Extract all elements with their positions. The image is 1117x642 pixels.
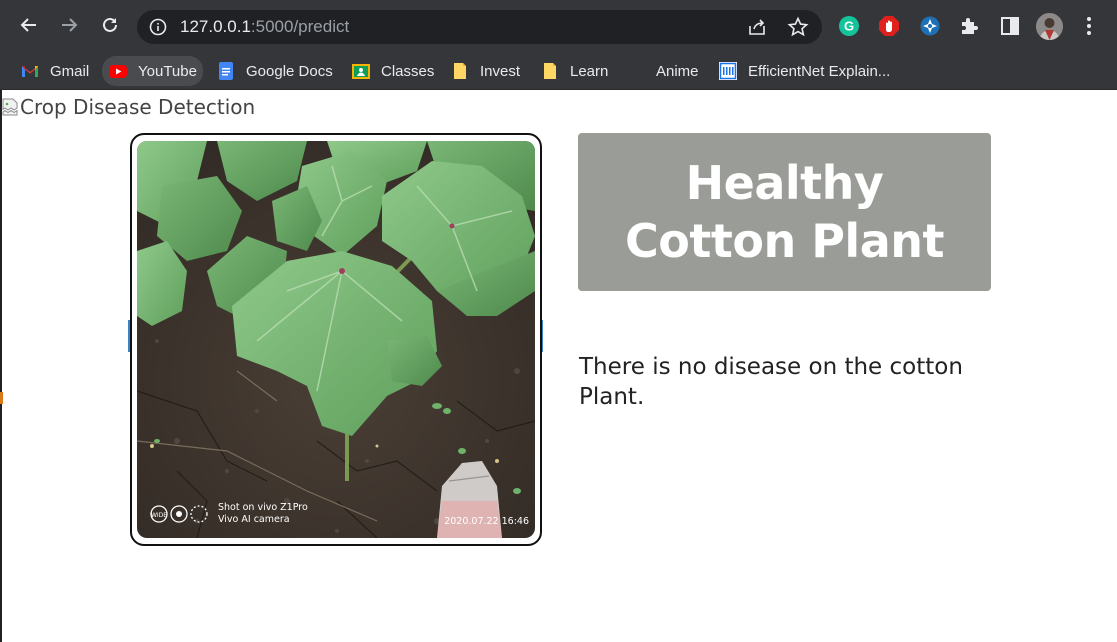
share-icon[interactable] <box>747 17 767 37</box>
profile-avatar[interactable] <box>1036 13 1063 40</box>
logo-alt-text: Crop Disease Detection <box>20 95 256 119</box>
gmail-icon <box>22 66 38 77</box>
forward-arrow-icon <box>62 18 78 32</box>
google-docs-icon <box>219 62 233 80</box>
site-favicon-icon <box>719 62 737 80</box>
puzzle-extensions-icon[interactable] <box>958 15 980 37</box>
google-classroom-icon <box>352 64 370 79</box>
folder-icon <box>544 63 556 79</box>
site-logo-broken-image: Crop Disease Detection <box>2 94 255 120</box>
adblock-icon[interactable] <box>878 15 900 37</box>
uploaded-leaf-photo: WIDE Shot on vivo Z1Pro Vivo AI camera 2… <box>137 141 535 538</box>
url-host: 127.0.0.1 <box>180 17 251 36</box>
reload-icon <box>103 17 117 32</box>
bookmark-label: Gmail <box>50 62 90 80</box>
cotton-plant-photo: WIDE Shot on vivo Z1Pro Vivo AI camera 2… <box>137 141 535 538</box>
prediction-description: There is no disease on the cotton Plant. <box>579 354 963 410</box>
bookmark-gmail[interactable]: Gmail <box>14 56 95 86</box>
folder-icon <box>454 63 466 79</box>
address-bar[interactable]: 127.0.0.1:5000/predict <box>137 10 822 44</box>
forward-button[interactable] <box>55 11 83 39</box>
extension-icon[interactable] <box>919 15 941 37</box>
bookmark-anime[interactable]: Anime <box>620 56 705 86</box>
bookmark-label: EfficientNet Explain... <box>748 62 891 80</box>
svg-text:WIDE: WIDE <box>151 512 167 519</box>
reload-button[interactable] <box>96 11 124 39</box>
photo-watermark-line1: Shot on vivo Z1Pro <box>218 502 308 513</box>
url-path: :5000/predict <box>250 17 350 36</box>
site-info-icon[interactable] <box>149 18 167 36</box>
bookmark-label: YouTube <box>138 62 197 80</box>
url-text[interactable]: 127.0.0.1:5000/predict <box>180 18 349 36</box>
bookmark-efficientnet[interactable]: EfficientNet Explain... <box>712 56 896 86</box>
blank-page-icon <box>626 61 646 81</box>
prediction-title: Healthy Cotton Plant <box>625 156 944 268</box>
bookmark-label: Classes <box>381 62 435 80</box>
bookmark-google-docs[interactable]: Google Docs <box>210 56 339 86</box>
back-button[interactable] <box>15 11 43 39</box>
browser-toolbar: 127.0.0.1:5000/predict G <box>0 0 1117 50</box>
bookmark-label: Learn <box>570 62 609 80</box>
side-panel-icon[interactable] <box>999 15 1021 37</box>
grammarly-icon[interactable]: G <box>838 15 860 37</box>
window-edge-marker <box>0 392 3 404</box>
bookmark-learn[interactable]: Learn <box>534 56 614 86</box>
bookmark-youtube[interactable]: YouTube <box>102 56 203 86</box>
bookmark-star-icon[interactable] <box>787 16 809 38</box>
photo-watermark-line2: Vivo AI camera <box>218 514 290 525</box>
bookmark-label: Invest <box>480 62 521 80</box>
profile-avatar-image <box>1036 13 1063 40</box>
uploaded-image-frame: WIDE Shot on vivo Z1Pro Vivo AI camera 2… <box>130 133 542 546</box>
back-arrow-icon <box>20 18 36 32</box>
menu-kebab-icon[interactable] <box>1082 15 1096 37</box>
bookmark-classes[interactable]: Classes <box>345 56 440 86</box>
bookmarks-bar: Gmail YouTube Google Docs Classes Invest… <box>0 50 1117 90</box>
svg-text:G: G <box>844 19 854 34</box>
photo-timestamp: 2020.07.22 16:46 <box>444 516 529 527</box>
broken-image-icon <box>2 98 18 116</box>
bookmark-invest[interactable]: Invest <box>444 56 526 86</box>
bookmark-label: Anime <box>656 62 699 80</box>
youtube-icon <box>109 65 127 78</box>
window-left-edge <box>0 90 2 642</box>
bookmark-label: Google Docs <box>246 62 333 80</box>
prediction-result-box: Healthy Cotton Plant <box>578 133 991 291</box>
